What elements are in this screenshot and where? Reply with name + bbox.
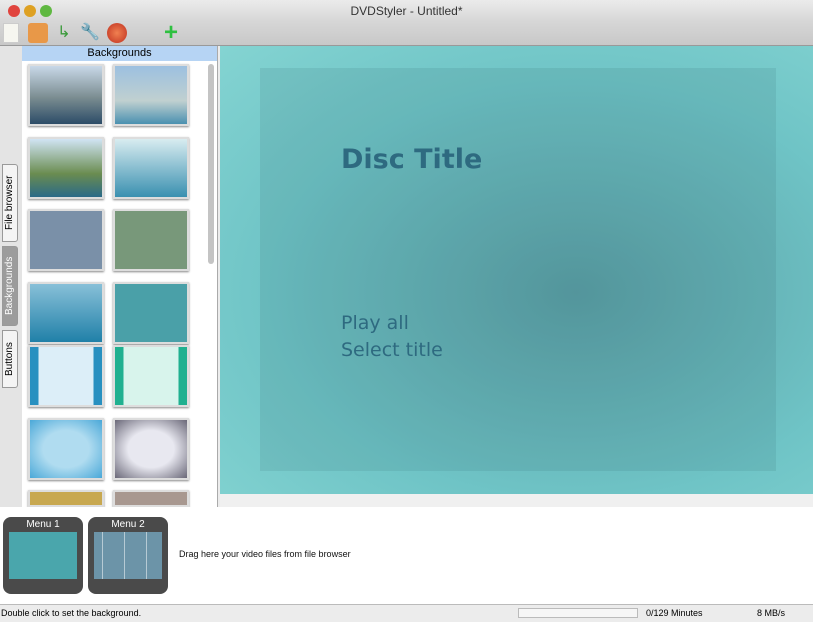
safe-area: [260, 68, 776, 471]
background-thumbnail[interactable]: [113, 418, 189, 480]
add-icon[interactable]: +: [161, 21, 181, 45]
background-thumbnail[interactable]: [28, 209, 104, 271]
minutes-readout: 0/129 Minutes: [646, 608, 703, 618]
tab-file-browser[interactable]: File browser: [2, 164, 18, 242]
title-bar: DVDStyler - Untitled*: [0, 0, 813, 22]
disc-title-text[interactable]: Disc Title: [341, 144, 482, 175]
status-message: Double click to set the background.: [1, 608, 142, 618]
window-title: DVDStyler - Untitled*: [350, 4, 463, 18]
background-thumbnail[interactable]: [113, 345, 189, 407]
background-thumbnail[interactable]: [28, 137, 104, 199]
panel-scrollbar[interactable]: [208, 64, 214, 264]
menu-2-item[interactable]: Menu 2: [88, 517, 168, 594]
toolbar: ↳ 🔧 +: [0, 21, 813, 46]
menu-label: Menu 2: [111, 519, 145, 530]
select-title-button[interactable]: Select title: [341, 339, 443, 361]
menu-preview: [94, 532, 162, 579]
backgrounds-panel: Backgrounds: [22, 46, 218, 507]
minimize-button[interactable]: [24, 5, 36, 17]
canvas-footer: [220, 494, 813, 507]
background-thumbnail[interactable]: [113, 137, 189, 199]
menu-label: Menu 1: [26, 519, 60, 530]
background-thumbnail[interactable]: [28, 418, 104, 480]
side-tabs: File browser Backgrounds Buttons: [0, 46, 22, 507]
new-icon[interactable]: [3, 23, 19, 43]
settings-wrench-icon[interactable]: 🔧: [80, 23, 100, 43]
menu-preview: [9, 532, 77, 579]
play-all-button[interactable]: Play all: [341, 312, 409, 334]
menu-canvas[interactable]: Disc Title Play all Select title: [220, 46, 813, 494]
menu-1-item[interactable]: Menu 1: [3, 517, 83, 594]
background-thumbnail[interactable]: [28, 345, 104, 407]
burn-disc-icon[interactable]: [107, 23, 127, 43]
tab-buttons[interactable]: Buttons: [2, 330, 18, 388]
titleset-area: Menu 1 Menu 2 Drag here your video files…: [0, 507, 813, 604]
background-thumbnail[interactable]: [28, 64, 104, 126]
add-file-icon[interactable]: ↳: [54, 23, 74, 43]
speed-readout: 8 MB/s: [757, 608, 786, 618]
open-folder-icon[interactable]: [28, 23, 48, 43]
background-thumbnail[interactable]: [28, 282, 104, 344]
close-button[interactable]: [8, 5, 20, 17]
drop-hint: Drag here your video files from file bro…: [179, 549, 351, 559]
tab-backgrounds[interactable]: Backgrounds: [2, 246, 18, 326]
background-thumbnail[interactable]: [113, 64, 189, 126]
background-thumbnail[interactable]: [28, 490, 104, 507]
background-thumbnail[interactable]: [113, 490, 189, 507]
panel-title: Backgrounds: [22, 46, 217, 61]
background-thumbnail[interactable]: [113, 209, 189, 271]
zoom-button[interactable]: [40, 5, 52, 17]
background-thumbnail[interactable]: [113, 282, 189, 344]
progress-bar: [518, 608, 638, 618]
status-bar: Double click to set the background. 0/12…: [0, 604, 813, 622]
